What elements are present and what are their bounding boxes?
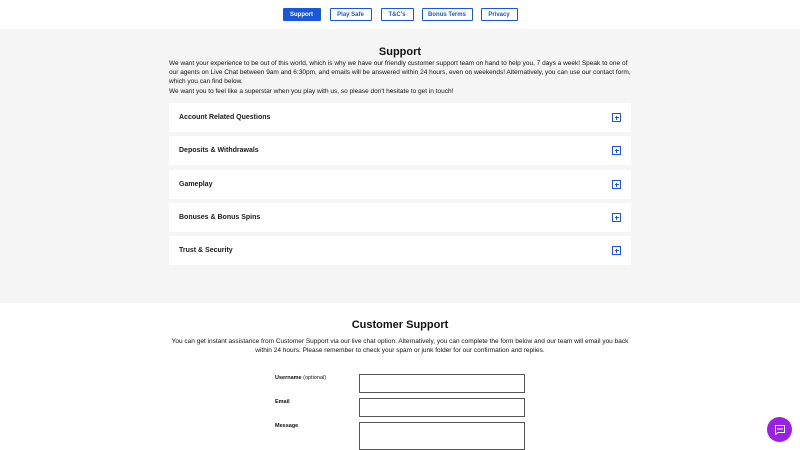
email-label: Email bbox=[275, 399, 290, 405]
username-field[interactable] bbox=[359, 374, 525, 393]
faq-label: Trust & Security bbox=[179, 247, 233, 254]
customer-support-description: You can get instant assistance from Cust… bbox=[171, 338, 629, 355]
username-optional-hint: (optional) bbox=[303, 375, 327, 381]
faq-trust-security[interactable]: Trust & Security bbox=[169, 236, 631, 265]
faq-account-related-questions[interactable]: Account Related Questions bbox=[169, 103, 631, 132]
plus-square-icon[interactable] bbox=[612, 246, 621, 255]
support-intro: We want your experience to be out of thi… bbox=[169, 59, 634, 96]
chat-bubble-icon bbox=[774, 424, 785, 435]
support-title: Support bbox=[378, 46, 422, 58]
faq-label: Bonuses & Bonus Spins bbox=[179, 214, 261, 221]
faq-label: Deposits & Withdrawals bbox=[179, 147, 259, 154]
message-field[interactable] bbox=[359, 422, 525, 450]
support-intro-text: We want your experience to be out of thi… bbox=[169, 60, 631, 86]
tab-bonus-terms[interactable]: Bonus Terms bbox=[421, 8, 473, 21]
faq-deposits-withdrawals[interactable]: Deposits & Withdrawals bbox=[169, 136, 631, 165]
support-section: Support We want your experience to be ou… bbox=[0, 29, 800, 303]
tab-privacy[interactable]: Privacy bbox=[480, 8, 518, 21]
email-field[interactable] bbox=[359, 398, 525, 417]
plus-square-icon[interactable] bbox=[612, 113, 621, 122]
live-chat-button[interactable] bbox=[767, 417, 792, 442]
tab-support[interactable]: Support bbox=[282, 8, 321, 21]
username-label-text: Username bbox=[275, 375, 302, 381]
message-label: Message bbox=[275, 423, 299, 429]
support-intro-text-2: We want you to feel like a superstar whe… bbox=[169, 87, 454, 95]
plus-square-icon[interactable] bbox=[612, 213, 621, 222]
top-nav: Support Play Safe T&C's Bonus Terms Priv… bbox=[0, 0, 800, 29]
tab-play-safe[interactable]: Play Safe bbox=[329, 8, 372, 21]
tab-terms-conditions[interactable]: T&C's bbox=[380, 8, 414, 21]
customer-support-title: Customer Support bbox=[351, 319, 449, 331]
plus-square-icon[interactable] bbox=[612, 146, 621, 155]
faq-gameplay[interactable]: Gameplay bbox=[169, 170, 631, 199]
plus-square-icon[interactable] bbox=[612, 180, 621, 189]
faq-label: Gameplay bbox=[179, 181, 213, 188]
faq-bonuses-bonus-spins[interactable]: Bonuses & Bonus Spins bbox=[169, 203, 631, 232]
username-label: Username (optional) bbox=[275, 375, 326, 381]
faq-label: Account Related Questions bbox=[179, 114, 271, 121]
